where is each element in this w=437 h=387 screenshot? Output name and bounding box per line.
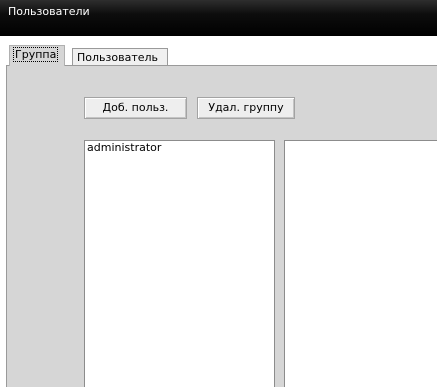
tab-group-label: Группа xyxy=(12,47,59,62)
group-members-listbox[interactable] xyxy=(284,140,437,387)
tab-user-label: Пользователь xyxy=(77,51,159,64)
title-bar[interactable]: Пользователи xyxy=(0,0,437,37)
tab-bar: Группа Пользователь xyxy=(6,45,437,66)
add-user-button[interactable]: Доб. польз. xyxy=(84,97,187,119)
tab-group[interactable]: Группа xyxy=(9,45,65,66)
users-window: Пользователи Группа Пользователь Доб. по… xyxy=(0,0,437,387)
delete-group-button[interactable]: Удал. группу xyxy=(197,97,295,119)
group-tab-panel: Доб. польз. Удал. группу administrator xyxy=(6,65,437,387)
tab-user[interactable]: Пользователь xyxy=(72,48,168,66)
list-item[interactable]: administrator xyxy=(85,141,274,155)
window-title: Пользователи xyxy=(8,5,90,18)
users-listbox[interactable]: administrator xyxy=(84,140,275,387)
